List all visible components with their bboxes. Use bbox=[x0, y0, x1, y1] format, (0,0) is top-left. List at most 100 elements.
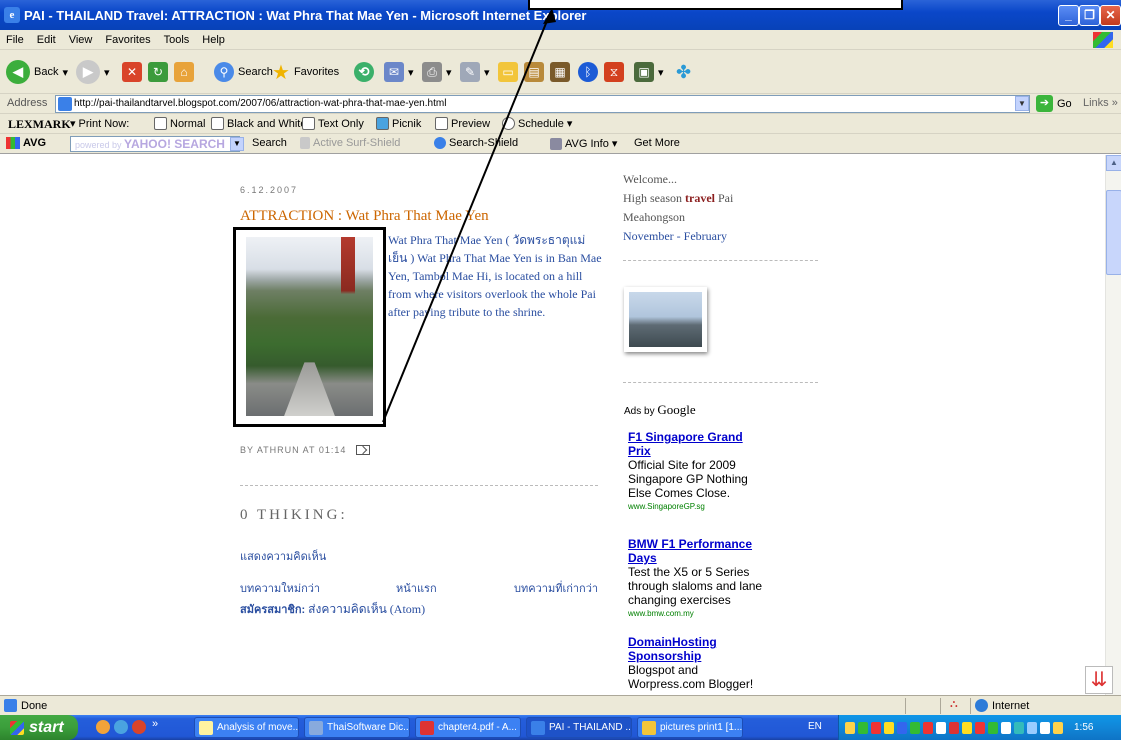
media-button[interactable]: ▣ ▾ bbox=[634, 58, 664, 86]
ad-url[interactable]: www.bmw.com.my bbox=[628, 607, 768, 621]
schedule-menu[interactable]: Schedule ▾ bbox=[502, 117, 572, 130]
subscribe-row: สมัครสมาชิก: ส่งความคิดเห็น (Atom) bbox=[240, 600, 425, 619]
stop-button[interactable]: ✕ bbox=[122, 58, 142, 86]
address-input[interactable]: http://pai-thailandtarvel.blogspot.com/2… bbox=[55, 95, 1030, 113]
menu-help[interactable]: Help bbox=[202, 34, 225, 46]
yahoo-search-input[interactable]: powered by YAHOO! SEARCH bbox=[70, 136, 240, 152]
taskbar-item[interactable]: chapter4.pdf - A... bbox=[415, 717, 521, 738]
home-link[interactable]: หน้าแรก bbox=[396, 579, 437, 597]
quicklaunch-icon[interactable] bbox=[96, 720, 110, 734]
scroll-thumb[interactable] bbox=[1106, 190, 1121, 275]
print-button[interactable]: ⎙ ▾ bbox=[422, 58, 452, 86]
older-post-link[interactable]: บทความที่เก่ากว่า bbox=[514, 579, 598, 597]
page-icon bbox=[58, 97, 72, 111]
email-post-icon[interactable] bbox=[356, 445, 371, 455]
media-quicklaunch-icon[interactable] bbox=[132, 720, 146, 734]
system-tray: 1:56 bbox=[838, 715, 1121, 740]
tray-icon[interactable] bbox=[923, 721, 933, 734]
taskbar-item[interactable]: PAI - THAILAND ... bbox=[526, 717, 632, 738]
print-now-menu[interactable]: ▾ Print Now: bbox=[70, 117, 129, 131]
sidebar-photo[interactable] bbox=[624, 287, 707, 352]
tray-icon[interactable] bbox=[884, 721, 894, 734]
subscribe-atom-link[interactable]: ส่งความคิดเห็น (Atom) bbox=[308, 602, 425, 616]
favorites-button[interactable]: ★ Favorites bbox=[272, 58, 339, 86]
back-button[interactable]: ◀ Back ▾ bbox=[6, 58, 68, 86]
print-bw-button[interactable]: Black and White bbox=[211, 117, 306, 130]
go-button[interactable]: ➔ Go bbox=[1036, 95, 1072, 112]
chevron-down-icon[interactable]: ▼ bbox=[1015, 96, 1029, 111]
taskbar-item[interactable]: pictures print1 [1... bbox=[637, 717, 743, 738]
maximize-button[interactable]: ❐ bbox=[1079, 5, 1100, 26]
scroll-up-icon[interactable]: ▲ bbox=[1106, 155, 1121, 171]
taskbar-item[interactable]: Analysis of move... bbox=[194, 717, 299, 738]
network-icon[interactable] bbox=[1053, 721, 1063, 734]
language-indicator[interactable]: EN bbox=[808, 721, 822, 732]
start-button[interactable]: start bbox=[0, 715, 78, 740]
forward-button[interactable]: ▶ ▾ bbox=[76, 58, 110, 86]
research-button[interactable]: ▦ bbox=[550, 58, 570, 86]
bluetooth-button[interactable]: ᛒ bbox=[578, 58, 598, 86]
active-surf-shield[interactable]: Active Surf-Shield bbox=[300, 137, 400, 149]
ads-by-google[interactable]: Ads by Google bbox=[624, 402, 696, 418]
tray-icon[interactable] bbox=[1001, 721, 1011, 734]
preview-button[interactable]: Preview bbox=[435, 117, 490, 130]
refresh-button[interactable]: ↻ bbox=[148, 58, 168, 86]
get-more-button[interactable]: Get More bbox=[634, 137, 680, 149]
tray-icon[interactable] bbox=[949, 721, 959, 734]
links-button[interactable]: Links » bbox=[1083, 97, 1118, 109]
chevron-down-icon[interactable]: ▼ bbox=[230, 137, 244, 151]
print-normal-button[interactable]: Normal bbox=[154, 117, 205, 130]
tray-icon[interactable] bbox=[910, 721, 920, 734]
menu-favorites[interactable]: Favorites bbox=[105, 34, 150, 46]
avg-logo: AVG bbox=[6, 137, 46, 149]
home-button[interactable]: ⌂ bbox=[174, 58, 194, 86]
tray-icon[interactable] bbox=[858, 721, 868, 734]
security-zone[interactable]: Internet bbox=[975, 699, 1029, 712]
post-title[interactable]: ATTRACTION : Wat Phra That Mae Yen bbox=[240, 208, 489, 225]
tray-icon[interactable] bbox=[1027, 721, 1037, 734]
show-comments-link[interactable]: แสดงความคิดเห็น bbox=[240, 547, 326, 565]
addon-button[interactable]: ⧖ bbox=[604, 58, 624, 86]
menu-edit[interactable]: Edit bbox=[37, 34, 56, 46]
folder-button[interactable]: ▭ bbox=[498, 58, 518, 86]
discuss-button[interactable]: ▤ bbox=[524, 58, 544, 86]
ie-quicklaunch-icon[interactable] bbox=[114, 720, 128, 734]
messenger-button[interactable]: ✤ bbox=[676, 58, 691, 86]
menu-file[interactable]: File bbox=[6, 34, 24, 46]
picnik-button[interactable]: Picnik bbox=[376, 117, 421, 130]
mail-button[interactable]: ✉ ▾ bbox=[384, 58, 414, 86]
ad-title[interactable]: F1 Singapore Grand Prix bbox=[628, 430, 768, 458]
tray-icon[interactable] bbox=[975, 721, 985, 734]
history-button[interactable]: ⟲ bbox=[354, 58, 374, 86]
quicklaunch-more[interactable]: » bbox=[152, 718, 158, 730]
vertical-scrollbar[interactable]: ▲ bbox=[1105, 155, 1121, 695]
print-text-only-button[interactable]: Text Only bbox=[302, 117, 364, 130]
search-button[interactable]: ⚲ Search bbox=[214, 58, 273, 86]
newer-post-link[interactable]: บทความใหม่กว่า bbox=[240, 579, 320, 597]
tray-icon[interactable] bbox=[1014, 721, 1024, 734]
ad-title[interactable]: DomainHosting Sponsorship bbox=[628, 635, 768, 663]
post-photo[interactable] bbox=[233, 227, 386, 427]
volume-icon[interactable] bbox=[845, 721, 855, 734]
edit-button[interactable]: ✎ ▾ bbox=[460, 58, 490, 86]
avg-search-button[interactable]: Search bbox=[252, 137, 287, 149]
tray-icon[interactable] bbox=[1040, 721, 1050, 734]
menu-view[interactable]: View bbox=[69, 34, 93, 46]
privacy-icon[interactable]: ⛬ bbox=[950, 698, 958, 711]
tray-icon[interactable] bbox=[936, 721, 946, 734]
discuss-icon: ▤ bbox=[524, 62, 544, 82]
ad-title[interactable]: BMW F1 Performance Days bbox=[628, 537, 768, 565]
scroll-down-icon[interactable]: ⇊ bbox=[1085, 666, 1113, 694]
tray-icon[interactable] bbox=[871, 721, 881, 734]
avg-info-menu[interactable]: AVG Info ▾ bbox=[550, 137, 617, 150]
search-shield-button[interactable]: Search-Shield bbox=[434, 137, 518, 149]
tray-icon[interactable] bbox=[988, 721, 998, 734]
taskbar-item[interactable]: ThaiSoftware Dic... bbox=[304, 717, 410, 738]
tray-icon[interactable] bbox=[962, 721, 972, 734]
post-date: 6.12.2007 bbox=[240, 185, 299, 195]
ad-url[interactable]: www.SingaporeGP.sg bbox=[628, 500, 768, 514]
tray-icon[interactable] bbox=[897, 721, 907, 734]
menu-tools[interactable]: Tools bbox=[164, 34, 190, 46]
close-button[interactable]: ✕ bbox=[1100, 5, 1121, 26]
minimize-button[interactable]: _ bbox=[1058, 5, 1079, 26]
